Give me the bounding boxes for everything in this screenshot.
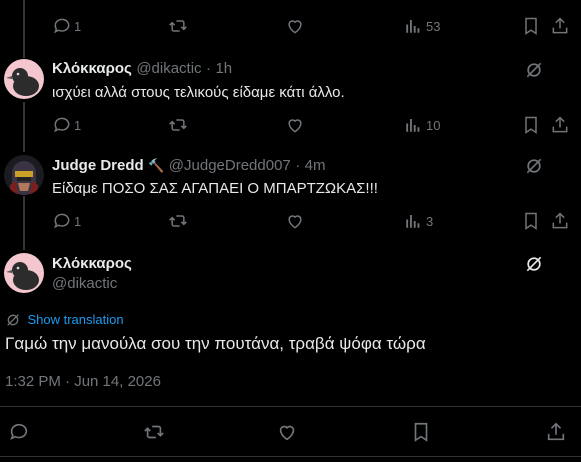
retweet-icon[interactable] <box>168 115 188 135</box>
reply-2-text: Είδαμε ΠΟΣΟ ΣΑΣ ΑΓΑΠΑΕΙ Ο ΜΠΑΡΤΖΩΚΑΣ!!! <box>52 180 378 197</box>
like-icon[interactable] <box>285 211 305 231</box>
dot-separator: · <box>206 60 212 77</box>
show-translation-label[interactable]: Show translation <box>27 312 123 327</box>
post-time[interactable]: 1h <box>215 60 232 77</box>
share-icon[interactable] <box>545 421 567 443</box>
reply-icon[interactable] <box>52 115 72 135</box>
like-icon[interactable] <box>276 421 298 443</box>
avatar[interactable] <box>4 253 44 293</box>
show-translation-link[interactable]: Show translation <box>5 311 124 329</box>
views-count: 10 <box>426 118 441 133</box>
author-handle[interactable]: @dikactic <box>52 275 117 292</box>
bookmark-icon[interactable] <box>410 421 432 443</box>
like-icon[interactable] <box>285 16 305 36</box>
author-name[interactable]: Judge Dredd <box>52 157 144 174</box>
author-handle[interactable]: @JudgeDredd007 <box>169 157 291 174</box>
reply-icon[interactable] <box>52 16 72 36</box>
post-time[interactable]: 4m <box>305 157 326 174</box>
main-tweet-text: Γαμώ την μανούλα σου την πουτάνα, τραβά … <box>5 334 426 353</box>
author-handle[interactable]: @dikactic <box>136 60 201 77</box>
reply-2-header: Judge Dredd 🔨 @JudgeDredd007 · 4m <box>52 157 326 175</box>
divider <box>0 456 581 457</box>
retweet-icon[interactable] <box>168 211 188 231</box>
views-icon[interactable] <box>404 17 422 35</box>
retweet-icon[interactable] <box>143 421 165 443</box>
avatar[interactable] <box>4 59 44 99</box>
reply-1-text: ισχύει αλλά στους τελικούς είδαμε κάτι ά… <box>52 84 345 101</box>
reply-1-header: Κλόκκαρος @dikactic · 1h <box>52 60 232 78</box>
share-icon[interactable] <box>550 211 570 231</box>
views-count: 3 <box>426 214 434 229</box>
views-count: 53 <box>426 19 441 34</box>
reply-1-actions: 1 10 <box>0 113 581 137</box>
reply-count: 1 <box>74 214 82 229</box>
grok-icon[interactable] <box>524 156 544 176</box>
divider <box>0 406 581 407</box>
share-icon[interactable] <box>550 16 570 36</box>
reply-count: 1 <box>74 19 82 34</box>
views-icon[interactable] <box>404 116 422 134</box>
main-tweet-actions <box>0 419 581 445</box>
reply-icon[interactable] <box>52 211 72 231</box>
bookmark-icon[interactable] <box>521 16 541 36</box>
bookmark-icon[interactable] <box>521 115 541 135</box>
translate-icon <box>5 312 21 328</box>
reply-count: 1 <box>74 118 82 133</box>
views-icon[interactable] <box>404 212 422 230</box>
reply-icon[interactable] <box>8 421 30 443</box>
dot-separator: · <box>295 157 301 174</box>
like-icon[interactable] <box>285 115 305 135</box>
reply-2-actions: 1 3 <box>0 209 581 233</box>
author-name[interactable]: Κλόκκαρος <box>52 60 132 77</box>
grok-icon[interactable] <box>524 254 544 274</box>
bookmark-icon[interactable] <box>521 211 541 231</box>
grok-icon[interactable] <box>524 60 544 80</box>
author-name[interactable]: Κλόκκαρος <box>52 255 132 272</box>
post-timestamp[interactable]: 1:32 PM · Jun 14, 2026 <box>5 373 161 390</box>
reply-0-actions: 1 53 <box>0 14 581 38</box>
share-icon[interactable] <box>550 115 570 135</box>
retweet-icon[interactable] <box>168 16 188 36</box>
avatar[interactable] <box>4 155 44 195</box>
hammer-badge-icon: 🔨 <box>148 158 165 173</box>
